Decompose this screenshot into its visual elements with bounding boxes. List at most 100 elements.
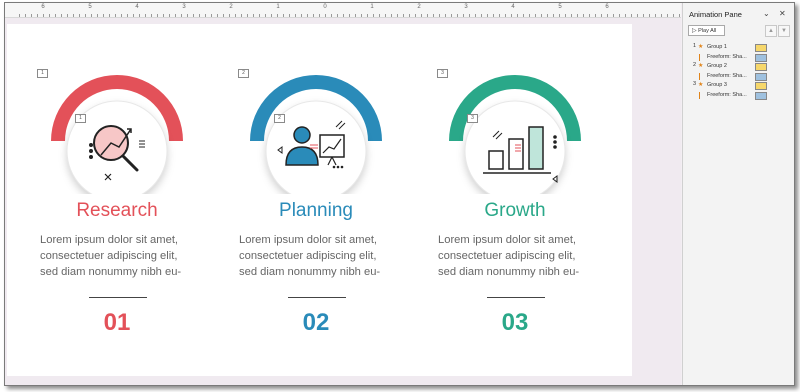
close-icon[interactable]: ✕: [779, 9, 786, 18]
ruler-tick: [391, 14, 392, 17]
ruler-tick: [343, 14, 344, 17]
play-icon: ▷: [692, 28, 697, 34]
ruler-tick: [679, 14, 680, 17]
ruler-tick: [175, 14, 176, 17]
chevron-down-icon[interactable]: ⌄: [763, 9, 770, 18]
ruler-tick: [457, 14, 458, 17]
ruler-tick: [265, 14, 266, 17]
animation-group-row[interactable]: 1 ★ Group 1: [687, 43, 791, 52]
ruler-tick: [271, 14, 272, 17]
play-all-button[interactable]: ▷ Play All: [688, 25, 725, 36]
ruler-tick: [433, 14, 434, 17]
column-growth[interactable]: 3 3 Growth Lorem ipsum dolor sit amet, c…: [425, 24, 605, 376]
column-research[interactable]: 1 1 Research Lorem ipsum dolor sit amet,…: [27, 24, 207, 376]
ruler-tick: [91, 14, 92, 17]
animation-item-label: Freeform: Sha...: [707, 53, 747, 60]
ruler-tick: [25, 14, 26, 17]
ruler-tick: [499, 14, 500, 17]
animation-order-number: 2: [693, 62, 697, 68]
timing-bar[interactable]: [755, 53, 767, 62]
slide[interactable]: 1 1 Research Lorem ipsum dolor sit amet,…: [7, 24, 632, 376]
column-body-text: Lorem ipsum dolor sit amet, consectetuer…: [438, 234, 580, 278]
ruler-tick: [133, 14, 134, 17]
ruler-label: 4: [511, 4, 515, 10]
move-up-button[interactable]: ▲: [765, 25, 777, 37]
inner-animation-tag[interactable]: 2: [274, 114, 285, 123]
planning-badge[interactable]: [226, 69, 406, 194]
pane-title: Animation Pane: [689, 10, 742, 19]
animation-order-number: 1: [693, 43, 697, 49]
ruler-tick: [661, 14, 662, 17]
animation-effect-row[interactable]: Freeform: Sha...: [687, 72, 791, 81]
ruler-tick: [445, 14, 446, 17]
ruler-tick: [379, 14, 380, 17]
ruler-tick: [565, 14, 566, 17]
ruler-tick: [667, 14, 668, 17]
ruler-tick: [361, 14, 362, 17]
ruler-tick: [55, 14, 56, 17]
inner-animation-tag[interactable]: 3: [467, 114, 478, 123]
slide-canvas-area: 1 1 Research Lorem ipsum dolor sit amet,…: [5, 18, 681, 385]
divider: [89, 297, 147, 298]
ruler-tick: [385, 14, 386, 17]
growth-badge[interactable]: [425, 69, 605, 194]
ruler-tick: [319, 14, 320, 17]
ruler-tick: [85, 14, 86, 17]
ruler-tick: [625, 14, 626, 17]
ruler-tick: [511, 14, 512, 17]
ruler-tick: [115, 14, 116, 17]
timing-bar[interactable]: [755, 91, 767, 100]
ruler-tick: [205, 14, 206, 17]
timing-bar[interactable]: [755, 44, 767, 52]
ruler-tick: [325, 14, 326, 17]
ruler-label: 4: [135, 4, 139, 10]
column-planning[interactable]: 2 2 Planning Lorem ipsum dolor sit amet,…: [226, 24, 406, 376]
ruler-tick: [487, 14, 488, 17]
timing-bar[interactable]: [755, 72, 767, 81]
ruler-tick: [43, 14, 44, 17]
animation-effect-row[interactable]: Freeform: Sha...: [687, 53, 791, 62]
column-title: Research: [76, 200, 158, 221]
ruler-tick: [337, 14, 338, 17]
play-all-label: Play All: [698, 28, 717, 34]
horizontal-ruler[interactable]: 6 5 4 3 2 1 0 1 2 3 4 5 6: [5, 3, 681, 18]
ruler-tick: [289, 14, 290, 17]
divider: [288, 297, 346, 298]
ruler-label: 1: [370, 4, 374, 10]
animation-group-row[interactable]: 3 ★ Group 3: [687, 81, 791, 90]
ruler-tick: [283, 14, 284, 17]
inner-animation-tag[interactable]: 1: [75, 114, 86, 123]
ruler-label: 5: [558, 4, 562, 10]
move-down-button[interactable]: ▼: [778, 25, 790, 37]
timing-bar[interactable]: [755, 82, 767, 90]
ruler-tick: [397, 14, 398, 17]
ruler-label: 5: [88, 4, 92, 10]
ruler-tick: [577, 14, 578, 17]
ruler-tick: [37, 14, 38, 17]
ruler-tick: [139, 14, 140, 17]
ruler-tick: [559, 14, 560, 17]
animation-effect-row[interactable]: Freeform: Sha...: [687, 91, 791, 100]
ruler-label: 3: [464, 4, 468, 10]
ruler-tick: [169, 14, 170, 17]
ruler-tick: [223, 14, 224, 17]
ruler-label: 6: [605, 4, 609, 10]
ruler-tick: [523, 14, 524, 17]
timing-bar[interactable]: [755, 63, 767, 71]
ruler-tick: [589, 14, 590, 17]
ruler-tick: [79, 14, 80, 17]
ruler-tick: [97, 14, 98, 17]
ruler-tick: [469, 14, 470, 17]
ruler-tick: [553, 14, 554, 17]
ruler-tick: [463, 14, 464, 17]
animation-group-row[interactable]: 2 ★ Group 2: [687, 62, 791, 71]
ruler-tick: [241, 14, 242, 17]
ruler-label: 1: [276, 4, 280, 10]
ruler-tick: [439, 14, 440, 17]
ruler-tick: [631, 14, 632, 17]
research-badge[interactable]: [27, 69, 207, 194]
ruler-tick: [421, 14, 422, 17]
ruler-tick: [163, 14, 164, 17]
ruler-tick: [541, 14, 542, 17]
ruler-tick: [151, 14, 152, 17]
